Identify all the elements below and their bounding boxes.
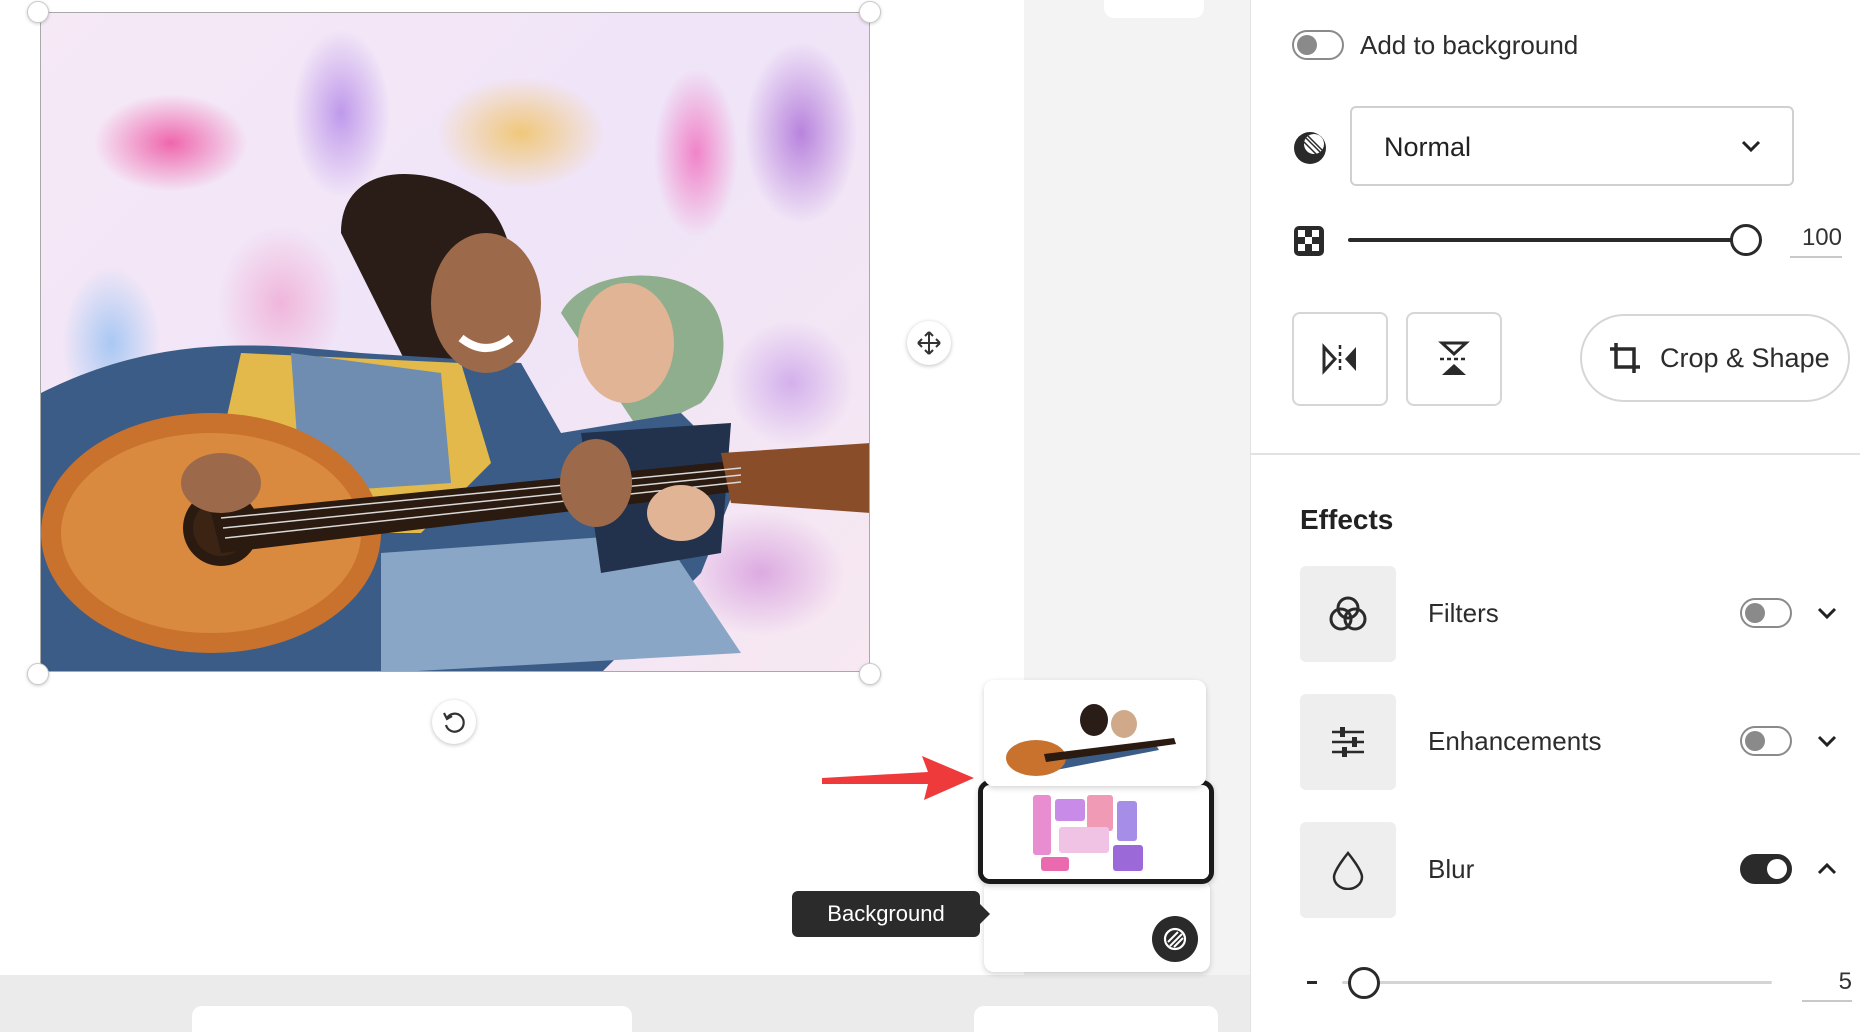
enhancements-toggle[interactable] — [1740, 726, 1792, 756]
move-button[interactable] — [907, 321, 951, 365]
top-toolbar-card — [1104, 0, 1204, 18]
blur-slider-thumb[interactable] — [1347, 967, 1380, 999]
move-icon — [917, 331, 941, 355]
blur-minus-icon — [1307, 981, 1317, 984]
chevron-down-icon — [1741, 140, 1761, 153]
crop-shape-button[interactable]: Crop & Shape — [1580, 314, 1850, 402]
rotate-icon — [443, 712, 465, 733]
add-to-background-label: Add to background — [1360, 30, 1579, 60]
crop-shape-label: Crop & Shape — [1660, 342, 1830, 373]
opacity-icon — [1294, 226, 1324, 256]
rotate-button[interactable] — [432, 700, 476, 744]
layer-background-image[interactable] — [978, 780, 1214, 884]
enhancements-expand[interactable] — [1812, 726, 1842, 756]
chevron-down-icon — [1817, 607, 1837, 620]
background-layer-icon — [1152, 916, 1198, 962]
blur-toggle[interactable] — [1740, 854, 1792, 884]
flip-vertical-icon — [1438, 341, 1470, 375]
background-image-thumbnail — [983, 785, 1209, 879]
blend-mode-value: Normal — [1384, 132, 1472, 162]
opacity-slider-track[interactable] — [1348, 238, 1746, 242]
filters-tile[interactable] — [1300, 566, 1396, 662]
enhancements-label: Enhancements — [1428, 726, 1602, 756]
chevron-down-icon — [1817, 735, 1837, 748]
crop-icon — [1610, 343, 1640, 373]
bottom-toolbar-card-right[interactable] — [974, 1006, 1218, 1032]
add-to-background-toggle[interactable] — [1292, 30, 1344, 60]
annotation-arrow-left — [822, 756, 974, 800]
flip-vertical-button[interactable] — [1406, 312, 1502, 406]
resize-handle-bottom-right[interactable] — [859, 663, 881, 685]
layer-people-cutout[interactable] — [984, 680, 1206, 786]
enhancements-icon — [1332, 727, 1364, 757]
blend-mode-dropdown[interactable]: Normal — [1350, 106, 1794, 186]
blur-collapse[interactable] — [1812, 854, 1842, 884]
selected-image[interactable] — [40, 12, 870, 672]
filters-expand[interactable] — [1812, 598, 1842, 628]
flip-horizontal-icon — [1322, 343, 1356, 375]
blur-slider-track[interactable] — [1342, 981, 1772, 984]
layer-background[interactable] — [984, 880, 1210, 972]
flip-horizontal-button[interactable] — [1292, 312, 1388, 406]
chevron-up-icon — [1817, 862, 1837, 875]
panel-divider — [1250, 453, 1860, 455]
blur-label: Blur — [1428, 854, 1475, 884]
bottom-toolbar-card-left[interactable] — [192, 1006, 632, 1032]
resize-handle-top-right[interactable] — [859, 1, 881, 23]
blend-mode-icon — [1294, 132, 1326, 164]
blur-tile[interactable] — [1300, 822, 1396, 918]
blur-drop-icon — [1332, 851, 1364, 890]
people-with-guitar-cutout — [41, 173, 869, 671]
resize-handle-top-left[interactable] — [27, 1, 49, 23]
opacity-value[interactable]: 100 — [1790, 224, 1842, 258]
effects-title: Effects — [1300, 504, 1394, 535]
layer-tooltip: Background — [792, 891, 990, 937]
blur-value[interactable]: 5 — [1802, 968, 1852, 1002]
filters-toggle[interactable] — [1740, 598, 1792, 628]
opacity-slider-thumb[interactable] — [1730, 224, 1762, 256]
filters-icon — [1329, 596, 1367, 631]
resize-handle-bottom-left[interactable] — [27, 663, 49, 685]
enhancements-tile[interactable] — [1300, 694, 1396, 790]
app-window: Background Add to background Normal 100 — [0, 0, 1860, 1032]
people-thumbnail — [984, 680, 1206, 786]
filters-label: Filters — [1428, 598, 1499, 628]
